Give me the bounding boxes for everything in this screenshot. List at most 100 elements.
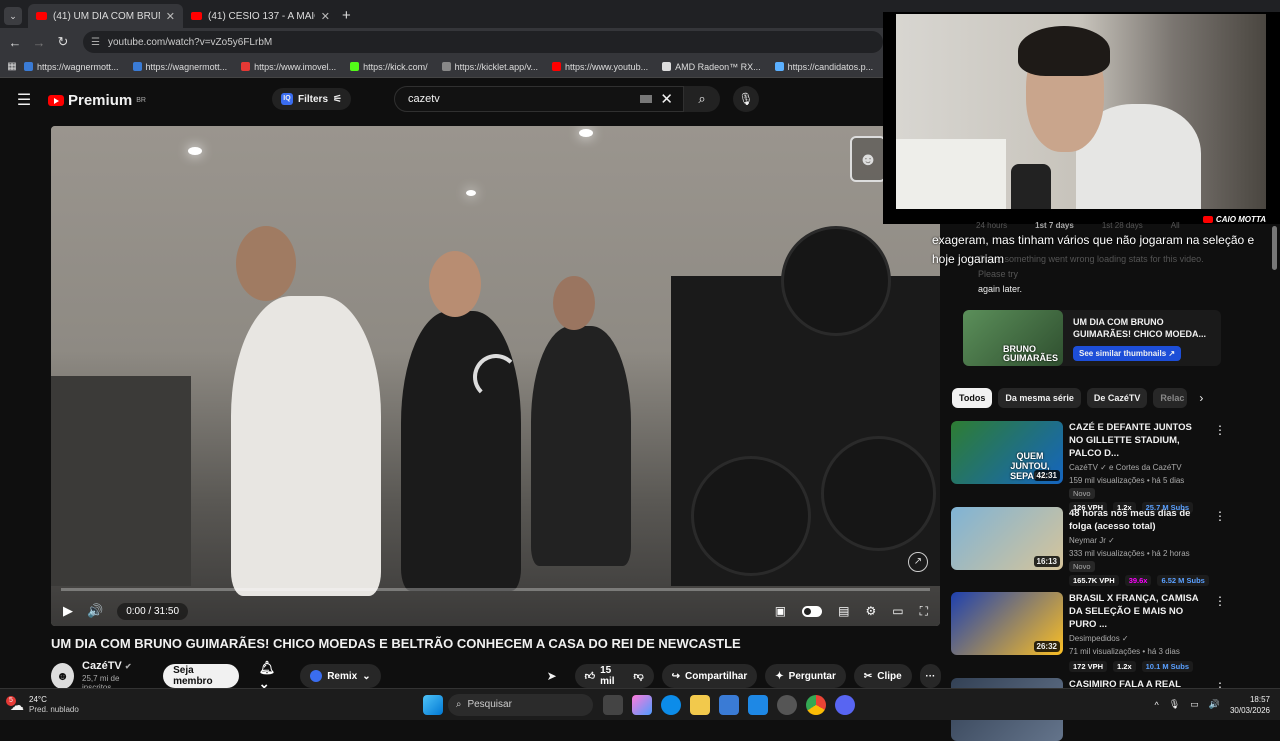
close-tab-icon[interactable]: ✕	[166, 10, 175, 23]
mic-tray-icon[interactable]: 🎙	[1169, 699, 1180, 710]
period-tab[interactable]: All	[1171, 221, 1180, 230]
clear-search-icon[interactable]: ✕	[660, 90, 673, 108]
chip-from-channel[interactable]: De CazéTV	[1086, 388, 1148, 408]
rec-menu-icon[interactable]: ⋮	[1214, 423, 1226, 437]
period-tab[interactable]: 1st 7 days	[1035, 221, 1074, 230]
outlook-icon[interactable]	[748, 694, 769, 715]
bookmark-favicon-icon	[552, 62, 562, 71]
rec-title[interactable]: CAZÉ E DEFANTE JUNTOS NO GILLETTE STADIU…	[1069, 421, 1204, 460]
close-tab-icon[interactable]: ✕	[321, 10, 330, 23]
period-tab[interactable]: 1st 28 days	[1102, 221, 1143, 230]
discord-icon[interactable]	[835, 694, 856, 715]
video-player[interactable]: ☻ ↗ ▶ 🔊 0:00 / 31:50 ▣ ▤ ⚙ ▭ ⛶	[51, 126, 940, 626]
recommendation-item[interactable]: QUEM JUNTOU, SEPARA! 42:31 CAZÉ E DEFANTE …	[951, 421, 1226, 513]
bookmark-item[interactable]: https://kick.com/	[350, 62, 428, 72]
share-button[interactable]: ↪ Compartilhar	[661, 664, 758, 688]
clip-button[interactable]: ✂ Clipe	[853, 664, 912, 688]
steam-icon[interactable]	[777, 694, 798, 715]
bookmark-item[interactable]: https://candidatos.p...	[774, 62, 873, 72]
clock[interactable]: 18:57 30/03/2026	[1230, 694, 1270, 716]
rec-thumbnail[interactable]: QUEM JUNTOU, SEPARA! 42:31	[951, 421, 1063, 484]
bookmark-item[interactable]: https://www.imovel...	[241, 62, 336, 72]
store-icon[interactable]	[719, 694, 740, 715]
search-query: cazetv	[408, 93, 440, 105]
miniplayer-icon[interactable]: ▭	[892, 604, 903, 618]
scrollbar[interactable]	[1272, 226, 1277, 270]
browser-tab-2[interactable]: (41) CÉSIO 137 - A MAIOR TRA ✕	[183, 4, 338, 28]
ask-button[interactable]: ✦ Perguntar	[765, 664, 846, 688]
search-input[interactable]: cazetv ✕	[394, 86, 684, 112]
rec-channel[interactable]: CazéTV ✓ e Cortes da CazéTV	[1069, 461, 1226, 474]
menu-icon[interactable]: ☰	[0, 90, 48, 110]
like-button[interactable]: 👍︎ 15 mil	[574, 664, 624, 688]
rec-menu-icon[interactable]: ⋮	[1214, 594, 1226, 608]
recommendation-item[interactable]: 26:32 BRASIL X FRANÇA, CAMISA DA SELEÇÃO …	[951, 592, 1226, 672]
bookmark-item[interactable]: https://wagnermott...	[132, 62, 227, 72]
see-similar-button[interactable]: See similar thumbnails ↗	[1073, 345, 1182, 361]
recommendation-item[interactable]: 16:13 48 horas nos meus dias de folga (ac…	[951, 507, 1226, 586]
volume-tray-icon[interactable]: 🔊	[1209, 699, 1220, 710]
rec-menu-icon[interactable]: ⋮	[1214, 509, 1226, 523]
period-tab[interactable]: 24 hours	[976, 221, 1007, 230]
iq-player-icon[interactable]: ▣	[775, 604, 786, 618]
bookmark-item[interactable]: https://kicklet.app/v...	[441, 62, 538, 72]
promo-thumbnail[interactable]: BRUNO GUIMARÃES	[963, 310, 1063, 366]
fullscreen-icon[interactable]: ⛶	[920, 604, 928, 619]
autoplay-toggle[interactable]	[802, 605, 823, 617]
taskbar-search[interactable]: ⌕ Pesquisar	[447, 693, 593, 716]
chevron-right-icon[interactable]: ›	[1199, 391, 1203, 405]
similar-thumbnails-card[interactable]: BRUNO GUIMARÃES UM DIA COM BRUNO GUIMARÃ…	[963, 310, 1221, 366]
play-icon[interactable]: ▶	[63, 603, 73, 619]
chip-same-series[interactable]: Da mesma série	[998, 388, 1081, 408]
promo-info: UM DIA COM BRUNO GUIMARÃES! CHICO MOEDA.…	[1073, 316, 1213, 361]
keyboard-icon[interactable]	[640, 95, 653, 103]
rec-thumbnail[interactable]: 26:32	[951, 592, 1063, 655]
bookmark-item[interactable]: https://wagnermott...	[24, 62, 119, 72]
more-actions-button[interactable]: ···	[919, 664, 941, 688]
url-field[interactable]: ☰ youtube.com/watch?v=vZo5y6FLrbM	[83, 31, 883, 53]
task-view-icon[interactable]	[603, 694, 624, 715]
channel-avatar[interactable]: ☻	[51, 663, 75, 689]
rec-channel[interactable]: Desimpedidos ✓	[1069, 632, 1226, 645]
volume-icon[interactable]: 🔊	[87, 603, 103, 619]
forward-icon[interactable]: →	[27, 35, 51, 50]
settings-icon[interactable]: ⚙	[865, 604, 876, 618]
rec-thumbnail[interactable]: 16:13	[951, 507, 1063, 570]
dislike-button[interactable]: 👎︎	[623, 664, 654, 688]
browser-tab-1[interactable]: (41) UM DIA COM BRUNO GUIM ✕	[28, 4, 183, 28]
channel-watermark[interactable]: ☻	[850, 136, 886, 182]
join-button[interactable]: Seja membro	[163, 664, 239, 688]
bookmark-item[interactable]: https://www.youtub...	[552, 62, 648, 72]
remix-button[interactable]: Remix ⌄	[300, 664, 381, 688]
rec-title[interactable]: BRASIL X FRANÇA, CAMISA DA SELEÇÃO E MAI…	[1069, 592, 1204, 631]
channel-name[interactable]: CazéTV	[82, 660, 122, 672]
new-tab-button[interactable]: +	[342, 7, 351, 24]
filters-button[interactable]: IQ Filters ⚟	[272, 88, 351, 110]
rec-title[interactable]: 48 horas nos meus dias de folga (acesso …	[1069, 507, 1204, 533]
progress-bar[interactable]	[61, 588, 930, 591]
chip-all[interactable]: Todos	[952, 388, 993, 408]
file-explorer-icon[interactable]	[690, 694, 711, 715]
apps-grid-icon[interactable]: ▦	[0, 61, 24, 72]
chip-related[interactable]: Relac	[1153, 388, 1188, 408]
edge-icon[interactable]	[661, 694, 682, 715]
reload-icon[interactable]: ↻	[51, 34, 75, 50]
back-icon[interactable]: ←	[3, 35, 27, 50]
search-button[interactable]: ⌕	[684, 86, 720, 112]
rec-channel[interactable]: Neymar Jr ✓	[1069, 534, 1226, 547]
copilot-icon[interactable]	[632, 694, 653, 715]
chrome-icon[interactable]	[806, 694, 827, 715]
subtitles-icon[interactable]: ▤	[838, 604, 849, 618]
rec-stat: 165.7K VPH	[1069, 575, 1119, 586]
notification-bell-icon[interactable]: 🔔︎ ⌄	[249, 660, 296, 691]
expand-icon[interactable]: ↗	[908, 552, 928, 572]
weather-widget[interactable]: ☁ 5 24°C Pred. nublado	[6, 695, 79, 715]
tray-chevron-icon[interactable]: ^	[1155, 700, 1159, 710]
start-icon[interactable]	[423, 694, 444, 715]
network-icon[interactable]: ▭	[1190, 699, 1199, 710]
tab-search-button[interactable]: ⌄	[4, 7, 22, 25]
voice-search-button[interactable]: 🎙	[733, 86, 759, 112]
site-info-icon[interactable]: ☰	[91, 37, 100, 48]
youtube-logo[interactable]: Premium BR	[48, 92, 146, 109]
bookmark-item[interactable]: AMD Radeon™ RX...	[662, 62, 761, 72]
